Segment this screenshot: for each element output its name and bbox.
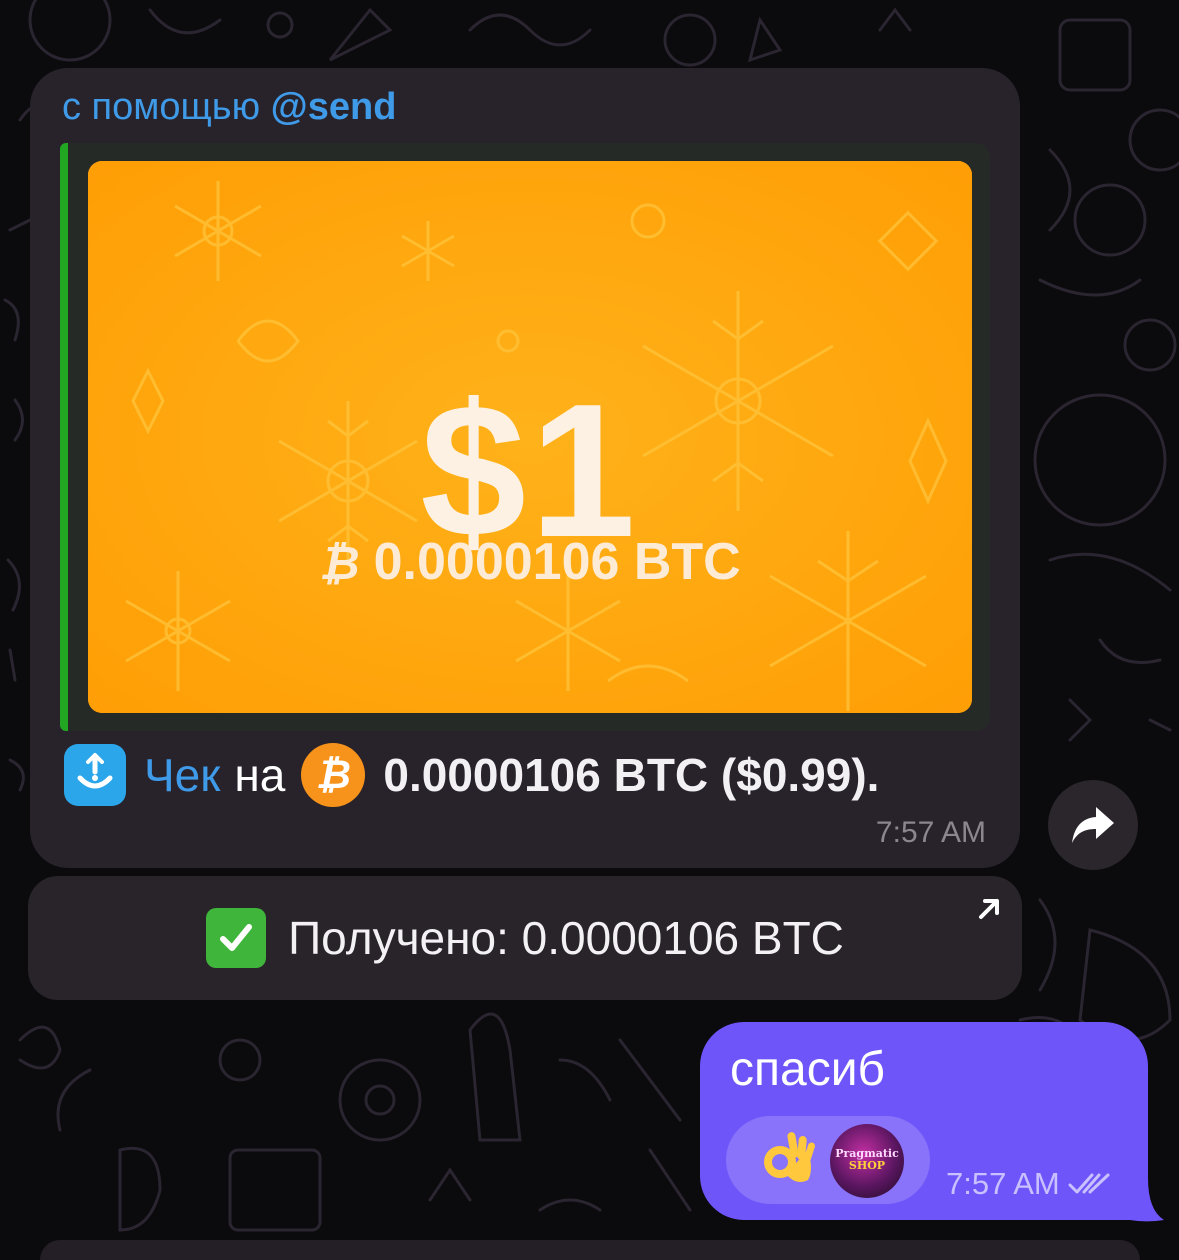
ok-hand-emoji-icon [764, 1132, 815, 1182]
double-check-read-icon [1068, 1173, 1110, 1194]
via-bot-line: с помощью @send [62, 86, 396, 129]
share-button[interactable] [1048, 780, 1138, 870]
via-prefix: с помощью [62, 86, 261, 128]
preview-accent-bar [60, 143, 68, 731]
via-bot-handle[interactable]: @send [271, 86, 397, 128]
bitcoin-coin-icon: ₿ [301, 743, 366, 807]
check-card-image[interactable]: $1 ₿ 0.0000106 BTC [88, 161, 972, 713]
bubble-tail [1110, 1178, 1164, 1222]
reaction-user-avatar: Pragmatic SHOP [830, 1124, 904, 1198]
check-link[interactable]: Чек [144, 748, 220, 802]
share-arrow-icon [1072, 807, 1114, 843]
card-btc-value: 0.0000106 BTC [373, 533, 741, 591]
incoming-message-time: 7:57 AM [875, 816, 986, 849]
card-btc-amount: ₿ 0.0000106 BTC [88, 536, 972, 588]
word-na: на [234, 749, 286, 801]
send-bot-icon [64, 744, 126, 806]
received-inline-button[interactable]: Получено: 0.0000106 BTC [28, 876, 1022, 1000]
check-message-text: Чек на ₿ 0.0000106 BTC ($0.99). [64, 743, 880, 807]
bitcoin-symbol-icon: ₿ [319, 537, 360, 589]
outgoing-message-time: 7:57 AM [946, 1166, 1060, 1201]
avatar-title: Pragmatic [835, 1147, 899, 1160]
avatar-logo: Pragmatic SHOP [830, 1148, 904, 1171]
check-mark-icon [206, 908, 267, 968]
outgoing-message-text: спасиб [730, 1043, 885, 1096]
arrow-up-right-icon [979, 899, 999, 919]
received-label: Получено: 0.0000106 BTC [288, 912, 844, 964]
next-message-edge [40, 1240, 1140, 1260]
check-amount-text: 0.0000106 BTC ($0.99). [383, 749, 880, 801]
outgoing-message-meta: 7:57 AM [946, 1166, 1112, 1202]
avatar-subtitle: SHOP [848, 1158, 886, 1172]
